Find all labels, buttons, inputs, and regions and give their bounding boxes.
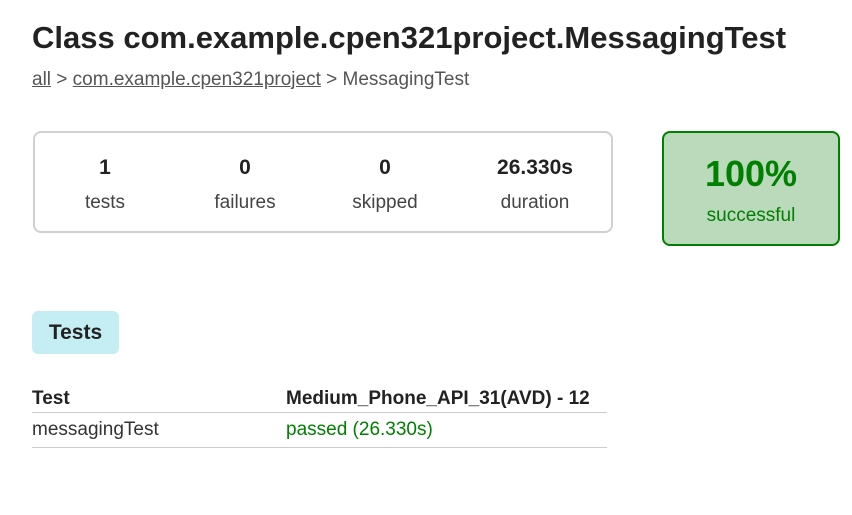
breadcrumb: all > com.example.cpen321project > Messa… xyxy=(32,68,469,92)
breadcrumb-link-package[interactable]: com.example.cpen321project xyxy=(73,69,321,90)
breadcrumb-separator: > xyxy=(51,69,73,90)
success-rate-box: 100% successful xyxy=(662,131,840,246)
test-report-page: Class com.example.cpen321project.Messagi… xyxy=(0,0,852,515)
stat-duration-label: duration xyxy=(500,192,570,213)
table-header-row: Test Medium_Phone_API_31(AVD) - 12 xyxy=(32,384,607,413)
stat-skipped-label: skipped xyxy=(352,192,418,213)
tab-tests[interactable]: Tests xyxy=(32,311,119,354)
breadcrumb-current: MessagingTest xyxy=(342,69,470,90)
stat-failures-label: failures xyxy=(214,192,276,213)
page-title: Class com.example.cpen321project.Messagi… xyxy=(32,20,787,55)
success-rate-label: successful xyxy=(706,205,796,226)
table-row: messagingTest passed (26.330s) xyxy=(32,412,607,448)
success-rate-value: 100% xyxy=(704,153,798,194)
breadcrumb-link-all[interactable]: all xyxy=(32,69,51,90)
stat-tests-value: 1 xyxy=(99,156,111,179)
test-result-cell: passed (26.330s) xyxy=(286,412,607,448)
stat-skipped-value: 0 xyxy=(379,156,391,179)
stat-failures: 0 failures xyxy=(195,133,295,231)
stat-duration: 26.330s duration xyxy=(475,133,595,231)
results-table: Test Medium_Phone_API_31(AVD) - 12 messa… xyxy=(32,384,607,448)
column-header-test: Test xyxy=(32,384,286,413)
stat-tests: 1 tests xyxy=(55,133,155,231)
test-name-cell: messagingTest xyxy=(32,412,286,448)
summary-box: 1 tests 0 failures 0 skipped 26.330s dur… xyxy=(33,131,613,233)
stat-failures-value: 0 xyxy=(239,156,251,179)
stat-duration-value: 26.330s xyxy=(497,156,573,179)
column-header-device: Medium_Phone_API_31(AVD) - 12 xyxy=(286,384,607,413)
stat-skipped: 0 skipped xyxy=(335,133,435,231)
breadcrumb-separator: > xyxy=(320,69,343,90)
stat-tests-label: tests xyxy=(84,192,126,213)
